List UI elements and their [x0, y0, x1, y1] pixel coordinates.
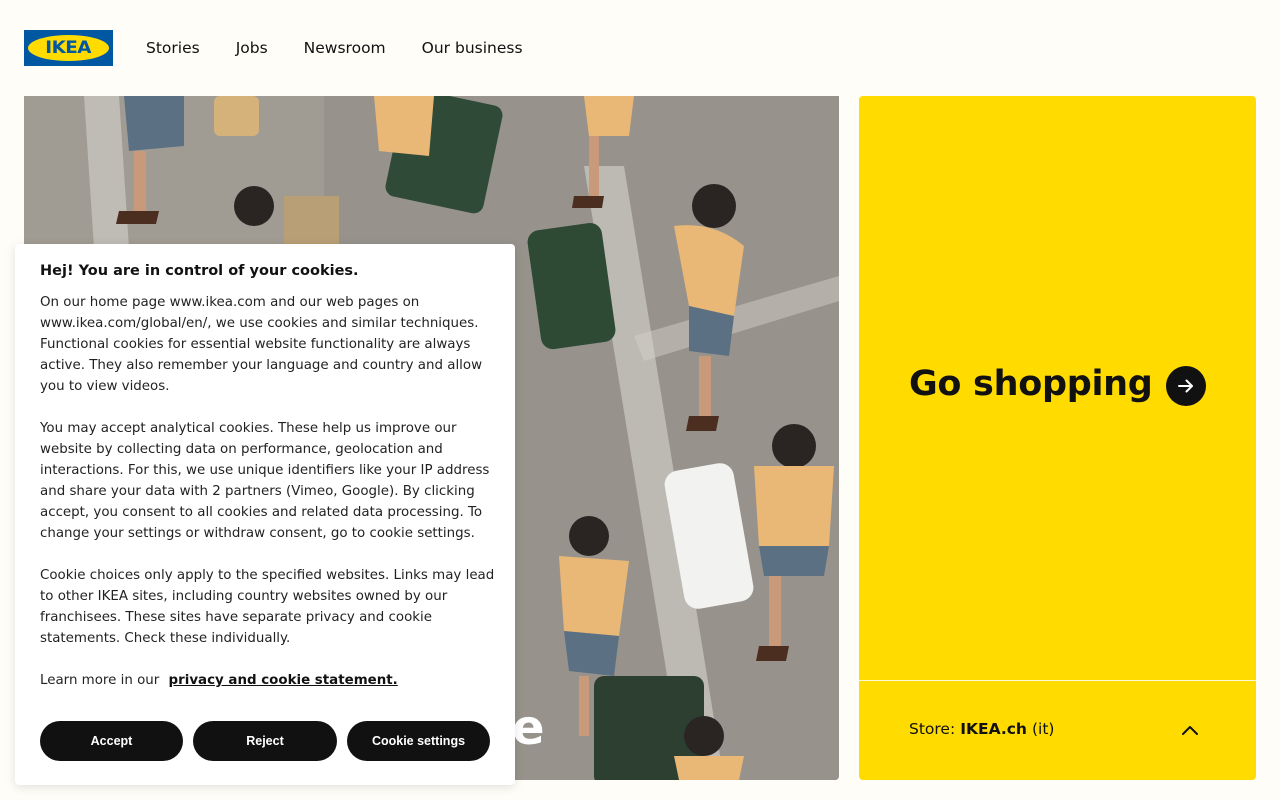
- site-header: IKEA Stories Jobs Newsroom Our business: [0, 0, 1280, 96]
- go-shopping-title[interactable]: Go shopping: [909, 364, 1153, 404]
- learn-more-prefix: Learn more in our: [40, 673, 160, 688]
- learn-more-line: Learn more in our privacy and cookie sta…: [40, 670, 398, 691]
- cookie-paragraph-scope: Cookie choices only apply to the specifi…: [40, 568, 495, 646]
- hero-caption: e: [512, 700, 545, 756]
- store-name: IKEA.ch: [960, 720, 1027, 738]
- cookie-paragraph-analytical: You may accept analytical cookies. These…: [40, 421, 490, 541]
- cookie-title: Hej! You are in control of your cookies.: [40, 263, 359, 279]
- cookie-consent-dialog: Hej! You are in control of your cookies.…: [15, 244, 515, 785]
- nav-jobs[interactable]: Jobs: [236, 37, 268, 59]
- cookie-paragraph-functional: On our home page www.ikea.com and our we…: [40, 295, 483, 394]
- ikea-logo[interactable]: IKEA: [24, 30, 113, 66]
- store-selector[interactable]: Store: IKEA.ch (it): [909, 720, 1054, 738]
- go-shopping-panel[interactable]: Go shopping Store: IKEA.ch (it): [859, 96, 1256, 780]
- main-nav: Stories Jobs Newsroom Our business: [146, 37, 559, 59]
- chevron-up-icon[interactable]: [1180, 722, 1200, 738]
- person-figure: [374, 96, 434, 156]
- promo-divider: [859, 680, 1256, 681]
- nav-newsroom[interactable]: Newsroom: [304, 37, 386, 59]
- nav-stories[interactable]: Stories: [146, 37, 200, 59]
- store-language: (it): [1031, 720, 1055, 738]
- privacy-statement-link[interactable]: privacy and cookie statement.: [169, 673, 398, 688]
- cookie-settings-button[interactable]: Cookie settings: [347, 721, 490, 761]
- logo-oval: IKEA: [28, 35, 109, 61]
- logo-text: IKEA: [45, 38, 92, 58]
- accept-button[interactable]: Accept: [40, 721, 183, 761]
- nav-our-business[interactable]: Our business: [422, 37, 523, 59]
- reject-button[interactable]: Reject: [193, 721, 337, 761]
- arrow-right-icon[interactable]: [1166, 366, 1206, 406]
- store-label: Store:: [909, 720, 956, 738]
